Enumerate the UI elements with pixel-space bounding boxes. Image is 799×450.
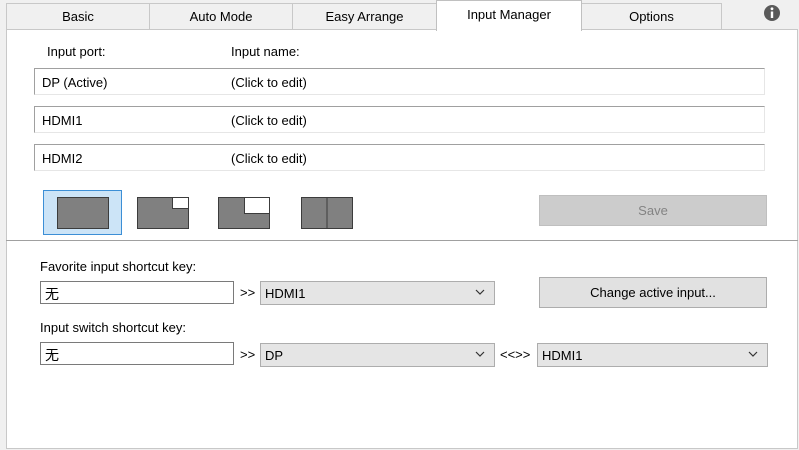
- pip-large-layout-icon: [217, 196, 270, 229]
- switch-from-select-value: DP: [265, 348, 284, 363]
- switch-to-select[interactable]: HDMI1: [537, 343, 768, 367]
- switch-arrow: >>: [240, 347, 256, 362]
- save-button-label: Save: [638, 203, 668, 218]
- input-port-label: HDMI1: [42, 113, 83, 128]
- tab-options-label: Options: [629, 9, 674, 24]
- favorite-shortcut-key-field[interactable]: 无: [40, 281, 234, 304]
- switch-shortcut-label: Input switch shortcut key:: [40, 320, 186, 335]
- input-name-header: Input name:: [231, 44, 300, 59]
- favorite-input-select-value: HDMI1: [265, 286, 306, 301]
- tab-basic-label: Basic: [62, 9, 94, 24]
- chevron-down-icon: [748, 351, 758, 357]
- switch-to-select-value: HDMI1: [542, 348, 583, 363]
- favorite-input-select[interactable]: HDMI1: [260, 281, 495, 305]
- split-layout-icon: [300, 196, 353, 229]
- layout-pip-large-button[interactable]: [204, 190, 283, 235]
- layout-single-button[interactable]: [43, 190, 122, 235]
- chevron-down-icon: [475, 289, 485, 295]
- info-icon: [764, 5, 780, 21]
- switch-shortcut-key-field[interactable]: 无: [40, 342, 234, 365]
- tab-auto-mode[interactable]: Auto Mode: [149, 3, 293, 29]
- input-port-label: DP (Active): [42, 75, 108, 90]
- input-port-header: Input port:: [47, 44, 106, 59]
- input-row-hdmi2: HDMI2 (Click to edit): [34, 144, 765, 171]
- input-name-field[interactable]: (Click to edit): [231, 75, 307, 90]
- section-divider: [6, 240, 798, 241]
- input-name-field[interactable]: (Click to edit): [231, 151, 307, 166]
- layout-split-button[interactable]: [287, 190, 366, 235]
- tab-bar: Basic Auto Mode Easy Arrange Input Manag…: [0, 0, 799, 31]
- tab-easy-arrange-label: Easy Arrange: [325, 9, 404, 24]
- single-layout-icon: [56, 196, 109, 229]
- switch-from-select[interactable]: DP: [260, 343, 495, 367]
- favorite-shortcut-label: Favorite input shortcut key:: [40, 259, 197, 274]
- chevron-down-icon: [475, 351, 485, 357]
- tab-easy-arrange[interactable]: Easy Arrange: [292, 3, 437, 29]
- favorite-arrow: >>: [240, 285, 256, 300]
- tab-basic[interactable]: Basic: [6, 3, 150, 29]
- input-row-dp: DP (Active) (Click to edit): [34, 68, 765, 95]
- tab-input-manager[interactable]: Input Manager: [436, 0, 582, 31]
- swap-symbol: <<>>: [500, 347, 531, 362]
- tab-options[interactable]: Options: [581, 3, 722, 29]
- change-active-input-button[interactable]: Change active input...: [539, 277, 767, 308]
- layout-pip-small-button[interactable]: [123, 190, 202, 235]
- input-name-field[interactable]: (Click to edit): [231, 113, 307, 128]
- tab-auto-mode-label: Auto Mode: [189, 9, 253, 24]
- info-button[interactable]: [761, 2, 783, 24]
- change-active-input-label: Change active input...: [590, 285, 716, 300]
- input-row-hdmi1: HDMI1 (Click to edit): [34, 106, 765, 133]
- pip-small-layout-icon: [136, 196, 189, 229]
- save-button[interactable]: Save: [539, 195, 767, 226]
- tab-input-manager-label: Input Manager: [467, 6, 551, 22]
- input-port-label: HDMI2: [42, 151, 83, 166]
